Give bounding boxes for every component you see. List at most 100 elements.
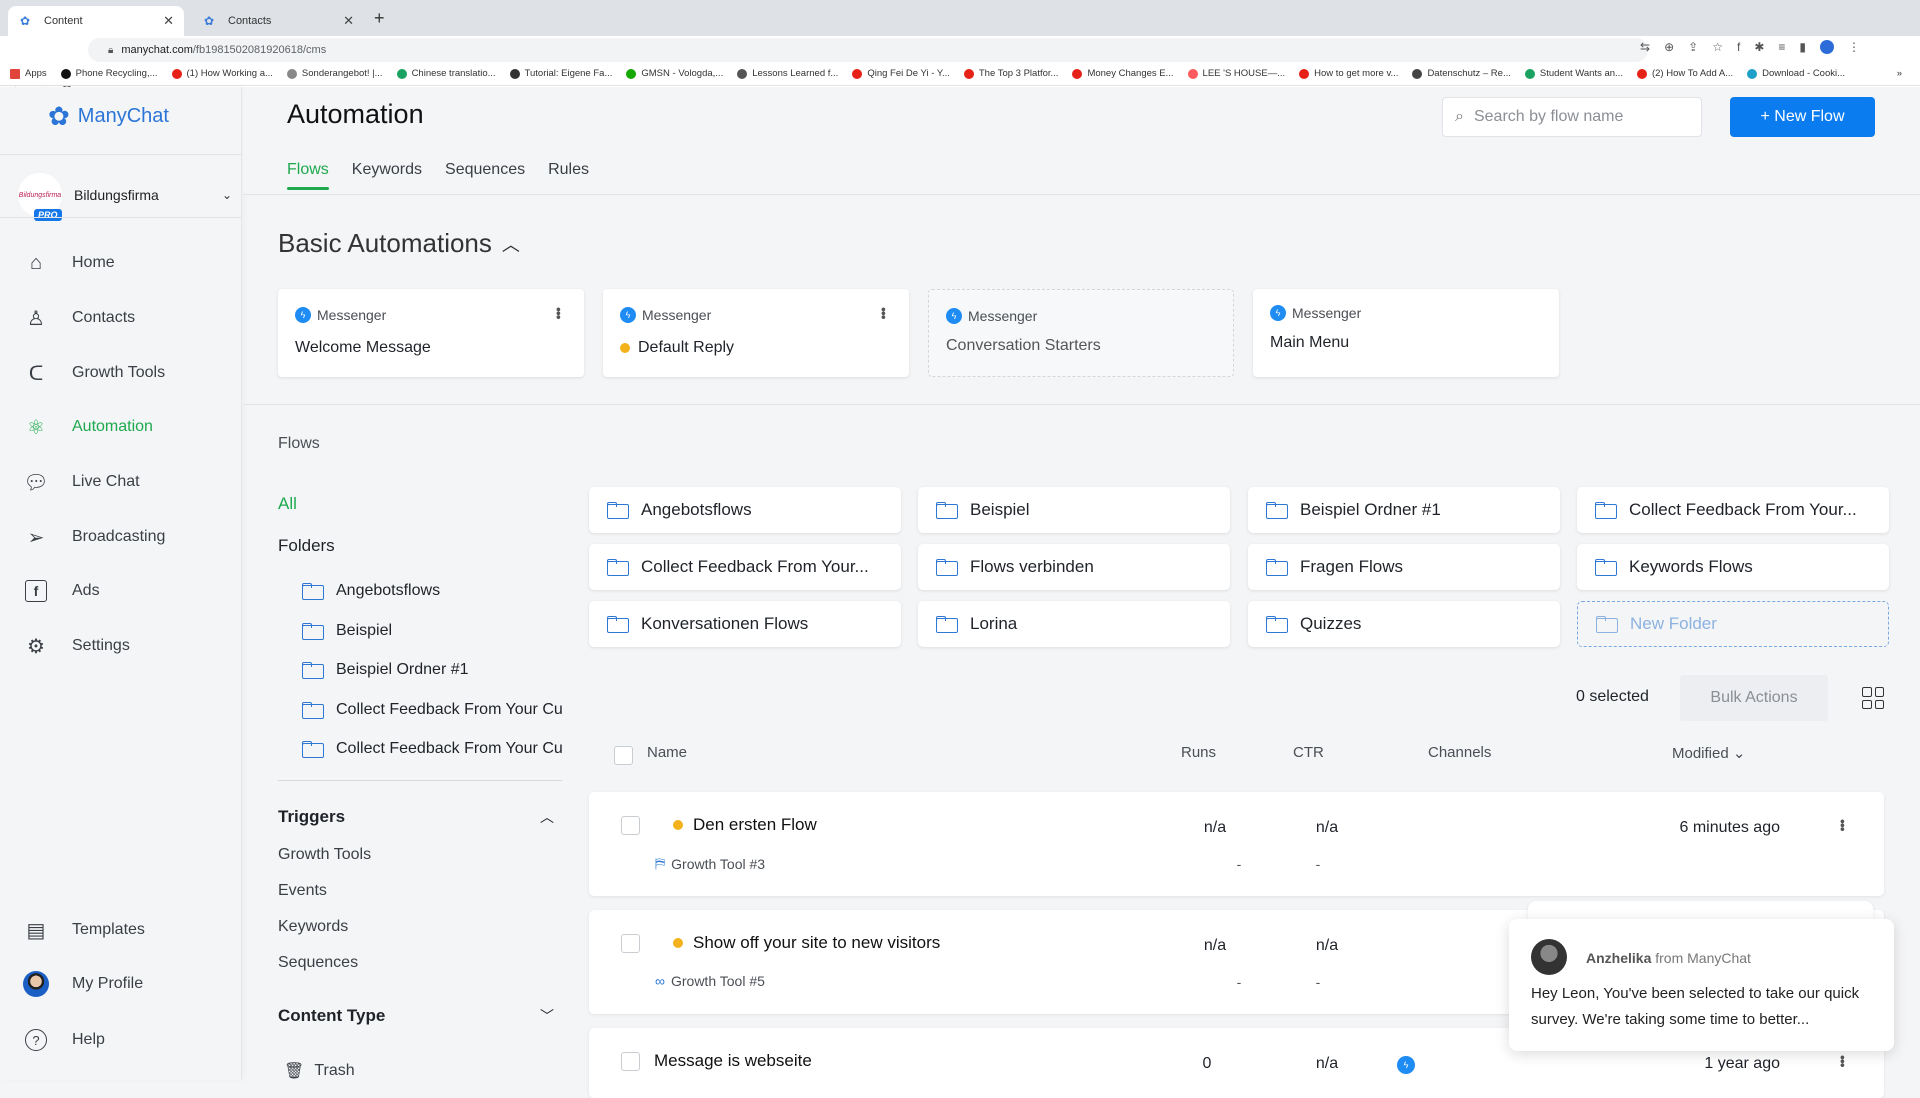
more-options-icon[interactable]: •••: [876, 307, 892, 319]
folder-card[interactable]: Beispiel Ordner #1: [1248, 487, 1560, 533]
sidebar-item-live-chat[interactable]: 💬︎ Live Chat: [22, 464, 242, 500]
sidebar-item-growth-tools[interactable]: ᑕ Growth Tools: [22, 355, 242, 391]
folder-nav-item[interactable]: Beispiel Ordner #1: [302, 656, 562, 684]
share-icon[interactable]: ⇪: [1688, 40, 1698, 54]
bookmark-item[interactable]: Datenschutz – Re...: [1412, 68, 1511, 79]
folder-card[interactable]: Angebotsflows: [589, 487, 901, 533]
folder-card[interactable]: Flows verbinden: [918, 544, 1230, 590]
sidebar-item-home[interactable]: ⌂ Home: [22, 245, 242, 281]
flow-name[interactable]: Show off your site to new visitors: [673, 933, 940, 953]
sidebar-item-help[interactable]: ? Help: [22, 1022, 242, 1058]
trigger-filter-sequences[interactable]: Sequences: [278, 954, 358, 972]
search-input[interactable]: [1473, 108, 1674, 126]
folder-card[interactable]: Konversationen Flows: [589, 601, 901, 647]
profile-avatar-icon[interactable]: [1820, 40, 1834, 54]
basic-automations-toggle[interactable]: Basic Automations ︿: [278, 228, 520, 259]
manychat-logo[interactable]: ✿ ManyChat: [48, 101, 169, 132]
folder-card[interactable]: Collect Feedback From Your...: [1577, 487, 1889, 533]
folder-card[interactable]: Beispiel: [918, 487, 1230, 533]
new-folder-button[interactable]: New Folder: [1577, 601, 1889, 647]
basic-card-welcome-message[interactable]: ϟ Messenger Welcome Message •••: [278, 289, 584, 377]
folder-card[interactable]: Collect Feedback From Your...: [589, 544, 901, 590]
filter-all[interactable]: All: [278, 494, 297, 514]
folder-card[interactable]: Lorina: [918, 601, 1230, 647]
more-bookmarks-icon[interactable]: »: [1897, 68, 1902, 79]
bookmark-item[interactable]: Lessons Learned f...: [737, 68, 838, 79]
flow-name[interactable]: Den ersten Flow: [673, 815, 817, 835]
bookmark-item[interactable]: Download - Cooki...: [1747, 68, 1845, 79]
content-type-toggle[interactable]: Content Type ﹀: [278, 1006, 558, 1026]
bookmark-item[interactable]: Apps: [10, 68, 47, 79]
more-options-icon[interactable]: •••: [551, 307, 567, 319]
tab-sequences[interactable]: Sequences: [445, 161, 525, 189]
media-icon[interactable]: ≡: [1778, 40, 1785, 54]
folder-nav-item[interactable]: Beispiel: [302, 617, 562, 645]
tab-rules[interactable]: Rules: [548, 161, 589, 189]
close-tab-icon[interactable]: ✕: [343, 13, 354, 29]
grid-view-icon[interactable]: [1862, 687, 1884, 709]
row-checkbox[interactable]: [621, 934, 640, 953]
bookmark-item[interactable]: (2) How To Add A...: [1636, 68, 1733, 79]
bookmark-item[interactable]: LEE 'S HOUSE—...: [1187, 68, 1285, 79]
trigger-filter-events[interactable]: Events: [278, 882, 327, 900]
translate-icon[interactable]: ⇆: [1640, 40, 1650, 54]
flow-name[interactable]: Message is webseite: [654, 1051, 812, 1071]
bookmark-item[interactable]: GMSN - Vologda,...: [626, 68, 723, 79]
sidebar-item-templates[interactable]: ▤ Templates: [22, 912, 242, 948]
row-menu-icon[interactable]: •••: [1835, 819, 1851, 831]
row-checkbox[interactable]: [621, 816, 640, 835]
sidebar-item-my-profile[interactable]: My Profile: [22, 966, 242, 1002]
bookmark-item[interactable]: How to get more v...: [1299, 68, 1398, 79]
column-header-modified[interactable]: Modified ⌄: [1672, 744, 1745, 762]
bookmark-item[interactable]: Tutorial: Eigene Fa...: [509, 68, 612, 79]
bookmark-item[interactable]: Student Wants an...: [1524, 68, 1623, 79]
sidebar-item-settings[interactable]: ⚙ Settings: [22, 628, 242, 664]
sidebar-item-contacts[interactable]: ♙ Contacts: [22, 300, 242, 336]
tab-flows[interactable]: Flows: [287, 161, 329, 190]
new-flow-button[interactable]: + New Flow: [1730, 97, 1875, 137]
new-tab-button[interactable]: +: [374, 8, 385, 29]
browser-tab-contacts[interactable]: ✿ Contacts ✕: [192, 6, 364, 36]
folder-card[interactable]: Keywords Flows: [1577, 544, 1889, 590]
table-row[interactable]: Den ersten Flow ⛿ Growth Tool #3 n/a n/a …: [589, 792, 1884, 896]
bookmark-item[interactable]: Phone Recycling,...: [60, 68, 158, 79]
column-header-ctr[interactable]: CTR: [1293, 744, 1324, 761]
folder-card[interactable]: Quizzes: [1248, 601, 1560, 647]
trigger-filter-keywords[interactable]: Keywords: [278, 918, 348, 936]
sidebar-item-broadcasting[interactable]: ➢ Broadcasting: [22, 519, 242, 555]
chat-message-popup[interactable]: Anzhelika from ManyChat Hey Leon, You've…: [1509, 919, 1894, 1051]
flow-search[interactable]: ⌕: [1442, 97, 1702, 137]
bookmark-item[interactable]: Chinese translatio...: [396, 68, 496, 79]
sidepanel-icon[interactable]: ▮: [1799, 40, 1806, 54]
bulk-actions-button[interactable]: Bulk Actions: [1680, 675, 1828, 721]
sidebar-item-ads[interactable]: f Ads: [22, 573, 242, 609]
bookmark-item[interactable]: Sonderangebot! |...: [286, 68, 383, 79]
column-header-runs[interactable]: Runs: [1181, 744, 1216, 761]
bookmark-item[interactable]: The Top 3 Platfor...: [963, 68, 1058, 79]
zoom-icon[interactable]: ⊕: [1664, 40, 1674, 54]
tab-keywords[interactable]: Keywords: [352, 161, 422, 189]
close-tab-icon[interactable]: ✕: [163, 13, 174, 29]
star-icon[interactable]: ☆: [1712, 40, 1723, 54]
browser-tab-content[interactable]: ✿ Content ✕: [8, 6, 184, 36]
basic-card-default-reply[interactable]: ϟ Messenger Default Reply •••: [603, 289, 909, 377]
account-switcher[interactable]: Bildungsfirma PRO Bildungsfirma ⌄: [18, 167, 238, 223]
basic-card-conversation-starters[interactable]: ϟ Messenger Conversation Starters: [928, 289, 1234, 377]
row-checkbox[interactable]: [621, 1052, 640, 1071]
bookmark-item[interactable]: Money Changes E...: [1072, 68, 1174, 79]
menu-icon[interactable]: ⋮: [1848, 40, 1860, 54]
trigger-filter-growth-tools[interactable]: Growth Tools: [278, 846, 371, 864]
trash-link[interactable]: 🗑︎ Trash: [284, 1061, 355, 1081]
triggers-toggle[interactable]: Triggers ︿: [278, 807, 558, 827]
facebook-ext-icon[interactable]: f: [1737, 40, 1740, 54]
sidebar-item-automation[interactable]: ⚛ Automation: [22, 409, 242, 445]
column-header-name[interactable]: Name: [647, 744, 687, 761]
folder-nav-item[interactable]: Collect Feedback From Your Cu: [302, 735, 562, 763]
url-bar[interactable]: 🔒︎ manychat.com/fb1981502081920618/cms: [88, 38, 1648, 62]
folder-nav-item[interactable]: Angebotsflows: [302, 577, 562, 605]
row-menu-icon[interactable]: •••: [1835, 1055, 1851, 1067]
basic-card-main-menu[interactable]: ϟ Messenger Main Menu: [1253, 289, 1559, 377]
select-all-checkbox[interactable]: [614, 746, 633, 765]
bookmark-item[interactable]: (1) How Working a...: [171, 68, 273, 79]
bookmark-item[interactable]: Qing Fei De Yi - Y...: [852, 68, 950, 79]
